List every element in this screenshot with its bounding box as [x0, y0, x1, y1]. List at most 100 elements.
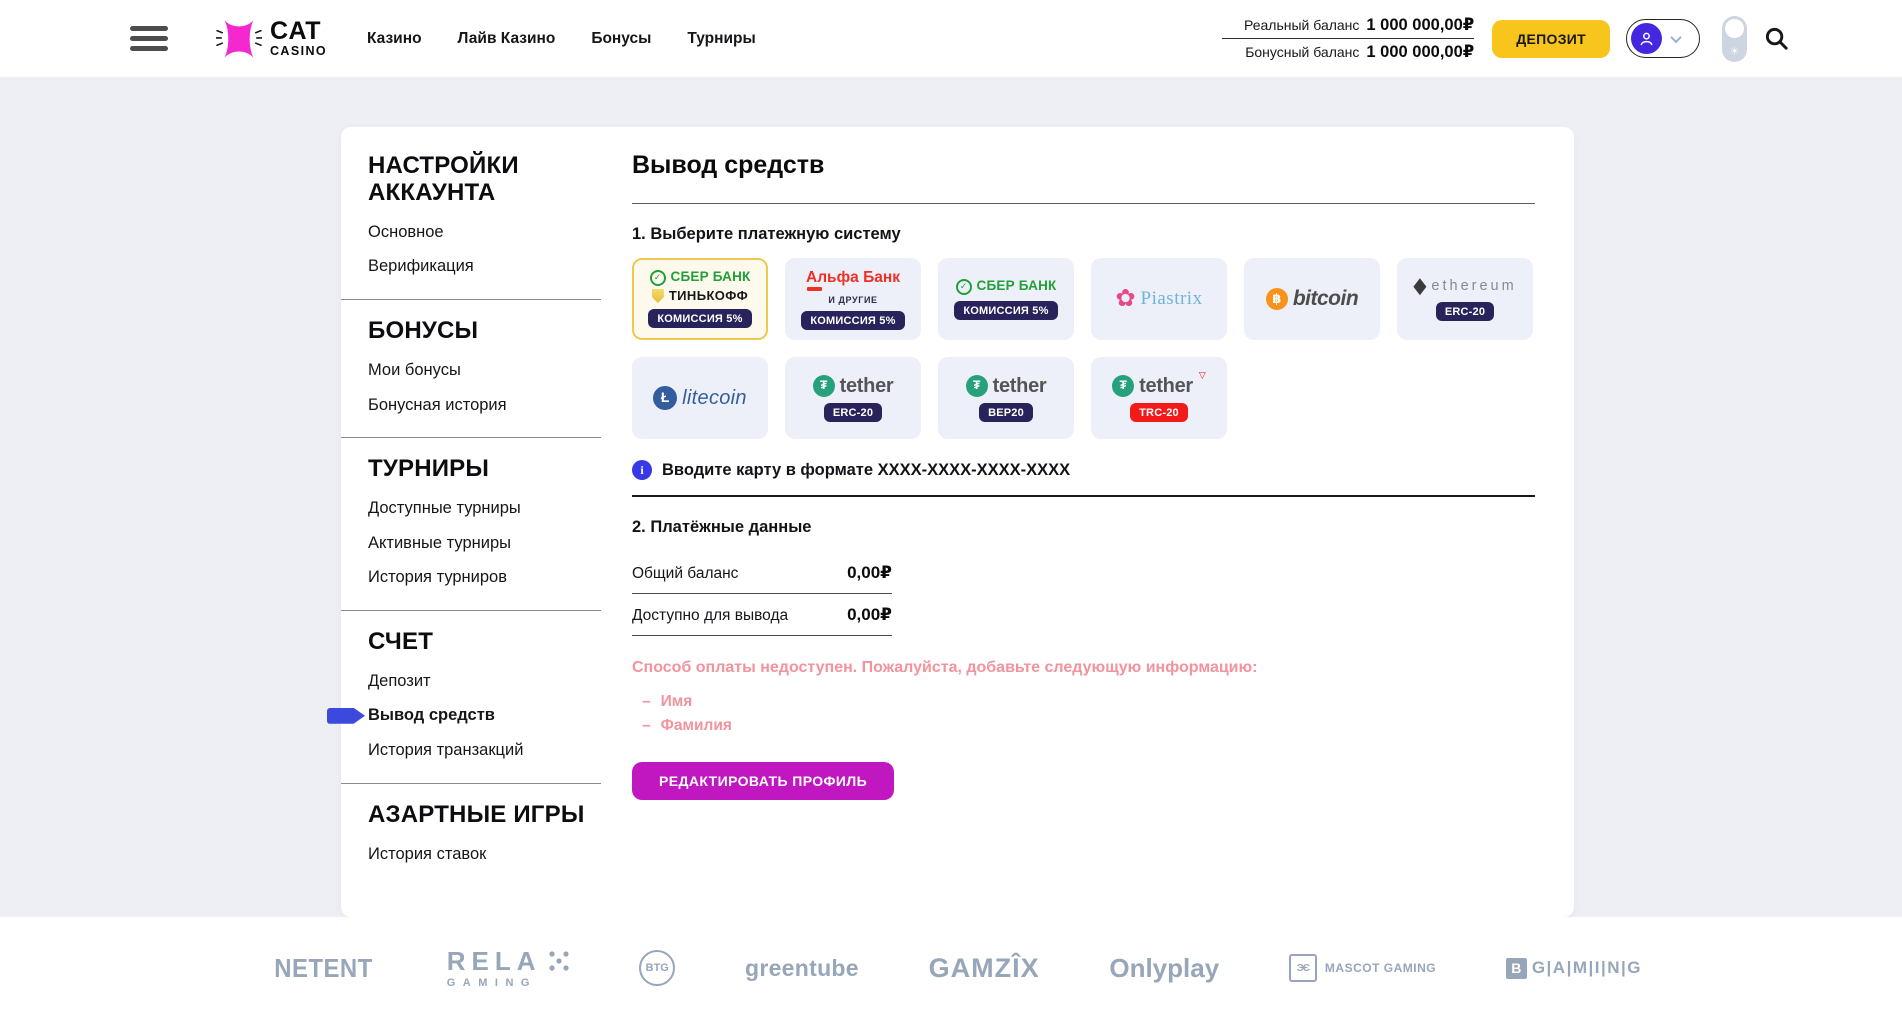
top-header: CAT CASINO Казино Лайв Казино Бонусы Тур…	[0, 0, 1902, 77]
theme-toggle[interactable]: ☀	[1722, 16, 1747, 62]
sidebar-item-my-bonuses[interactable]: Мои бонусы	[341, 353, 601, 388]
deposit-button[interactable]: ДЕПОЗИТ	[1492, 20, 1610, 58]
network-badge: ERC-20	[1436, 302, 1494, 321]
step2-title: 2. Платёжные данные	[632, 518, 1535, 537]
sidebar-section-title: БОНУСЫ	[341, 318, 591, 345]
hamburger-menu-icon[interactable]	[130, 26, 168, 51]
nav-item-tournaments[interactable]: Турниры	[687, 30, 755, 48]
main-area: НАСТРОЙКИ АККАУНТА Основное Верификация …	[0, 77, 1902, 917]
commission-badge: КОМИССИЯ 5%	[648, 309, 751, 328]
missing-field-last-name: – Фамилия	[642, 714, 1535, 738]
missing-field-first-name: – Имя	[642, 690, 1535, 714]
logo-title: CAT	[270, 19, 327, 44]
nav-item-bonuses[interactable]: Бонусы	[591, 30, 651, 48]
network-badge: BEP20	[979, 403, 1033, 422]
edit-profile-button[interactable]: РЕДАКТИРОВАТЬ ПРОФИЛЬ	[632, 762, 894, 800]
tron-icon: ▽	[1199, 371, 1206, 381]
litecoin-label: litecoin	[682, 387, 747, 409]
bgaming-b-icon: B	[1506, 958, 1527, 979]
missing-field-label: Фамилия	[661, 714, 732, 738]
netent-label: NETENT	[274, 953, 372, 984]
chevron-down-icon	[1670, 31, 1681, 42]
payment-method-tether-erc20[interactable]: ₮ tether ERC-20	[785, 357, 921, 439]
sberbank-logo: ✓ СБЕР БАНК	[956, 279, 1057, 295]
active-item-arrow-icon	[327, 708, 365, 724]
provider-logo-netent: NETENT	[270, 953, 377, 984]
bonus-balance-label: Бонусный баланс	[1245, 44, 1359, 60]
bitcoin-icon: ฿	[1266, 288, 1288, 310]
sidebar-item-bonus-history[interactable]: Бонусная история	[341, 388, 601, 423]
payment-method-litecoin[interactable]: Ł litecoin	[632, 357, 768, 439]
nav-item-live-casino[interactable]: Лайв Казино	[458, 30, 556, 48]
tinkoff-shield-icon	[652, 289, 664, 303]
mascot-label: MASCOT GAMING	[1325, 961, 1436, 975]
real-balance-value: 1 000 000,00₽	[1366, 15, 1474, 35]
alfa-bank-label: Альфа Банк	[806, 269, 900, 286]
divider	[632, 203, 1535, 204]
network-badge: ERC-20	[824, 403, 882, 422]
provider-logo-onlyplay: Onlyplay	[1109, 953, 1219, 984]
sidebar-item-bet-history[interactable]: История ставок	[341, 837, 601, 872]
cat-casino-logo[interactable]: CAT CASINO	[216, 17, 327, 61]
sidebar-item-verification[interactable]: Верификация	[341, 249, 601, 284]
payment-method-sber-tinkoff[interactable]: ✓ СБЕР БАНК ТИНЬКОФФ КОМИССИЯ 5%	[632, 258, 768, 340]
provider-logo-bgaming: B G|A|M|I|N|G	[1506, 958, 1642, 979]
bitcoin-label: bitcoin	[1293, 287, 1358, 310]
sidebar-item-deposit[interactable]: Депозит	[341, 664, 601, 699]
bonus-balance-row: Бонусный баланс 1 000 000,00₽	[1222, 39, 1474, 65]
page-title: Вывод средств	[632, 151, 1535, 180]
sidebar-item-tournament-history[interactable]: История турниров	[341, 560, 601, 595]
gamzix-label: GAMZÎX	[929, 953, 1040, 984]
total-balance-row: Общий баланс 0,00₽	[632, 552, 892, 594]
network-badge: TRC-20	[1130, 403, 1188, 422]
sun-icon: ☀	[1730, 47, 1740, 58]
profile-menu[interactable]	[1626, 19, 1700, 58]
sberbank-check-icon: ✓	[956, 279, 972, 295]
sidebar-item-active-tournaments[interactable]: Активные турниры	[341, 526, 601, 561]
person-icon	[1637, 29, 1656, 48]
payment-method-bitcoin[interactable]: ฿ bitcoin	[1244, 258, 1380, 340]
ethereum-diamond-icon: ◆	[1413, 274, 1426, 298]
avatar	[1631, 23, 1662, 54]
payment-method-alfa-bank[interactable]: Альфа Банк И ДРУГИЕ КОМИССИЯ 5%	[785, 258, 921, 340]
payment-data-block: Общий баланс 0,00₽ Доступно для вывода 0…	[632, 552, 892, 636]
provider-logo-mascot-gaming: ЭЄ MASCOT GAMING	[1289, 954, 1436, 982]
sberbank-label: СБЕР БАНК	[977, 279, 1057, 294]
card-format-note: i Вводите карту в формате XXXX-XXXX-XXXX…	[632, 460, 1535, 480]
tether-icon: ₮	[1112, 375, 1134, 397]
sidebar-section-title: АЗАРТНЫЕ ИГРЫ	[341, 802, 591, 829]
sidebar-item-transaction-history[interactable]: История транзакций	[341, 733, 601, 768]
tinkoff-label: ТИНЬКОФФ	[669, 289, 748, 303]
sidebar-item-available-tournaments[interactable]: Доступные турниры	[341, 491, 601, 526]
sberbank-logo: ✓ СБЕР БАНК	[650, 270, 751, 286]
sidebar-item-main[interactable]: Основное	[341, 215, 601, 250]
search-button[interactable]	[1763, 25, 1790, 52]
commission-badge: КОМИССИЯ 5%	[954, 301, 1057, 320]
relax-sub-label: GAMING	[447, 977, 537, 989]
litecoin-logo: Ł litecoin	[653, 386, 747, 410]
tether-label: tether	[1139, 375, 1193, 397]
commission-badge: КОМИССИЯ 5%	[801, 311, 904, 330]
sidebar-divider	[341, 783, 601, 784]
onlyplay-label: Onlyplay	[1109, 953, 1219, 984]
litecoin-icon: Ł	[653, 386, 677, 410]
missing-field-label: Имя	[661, 690, 693, 714]
bitcoin-logo: ฿ bitcoin	[1266, 287, 1358, 310]
payment-method-ethereum[interactable]: ◆ ethereum ERC-20	[1397, 258, 1533, 340]
payment-method-tether-trc20[interactable]: ₮ tether ▽ TRC-20	[1091, 357, 1227, 439]
withdrawal-content: Вывод средств 1. Выберите платежную сист…	[632, 151, 1535, 871]
info-icon: i	[632, 460, 652, 480]
cat-logo-icon	[216, 17, 262, 61]
available-balance-label: Доступно для вывода	[632, 607, 788, 625]
payment-method-piastrix[interactable]: ✿ Piastrix	[1091, 258, 1227, 340]
payment-methods-grid: ✓ СБЕР БАНК ТИНЬКОФФ КОМИССИЯ 5% Альфа Б…	[632, 258, 1535, 439]
sidebar-item-withdrawal[interactable]: Вывод средств	[341, 698, 601, 733]
payment-method-sberbank[interactable]: ✓ СБЕР БАНК КОМИССИЯ 5%	[938, 258, 1074, 340]
sidebar-divider	[341, 437, 601, 438]
available-balance-value: 0,00₽	[847, 605, 892, 625]
nav-item-casino[interactable]: Казино	[367, 30, 422, 48]
sberbank-check-icon: ✓	[650, 270, 666, 286]
sidebar-section-account: СЧЕТ Депозит Вывод средств История транз…	[341, 629, 601, 784]
payment-method-tether-bep20[interactable]: ₮ tether BEP20	[938, 357, 1074, 439]
piastrix-label: Piastrix	[1141, 289, 1203, 310]
